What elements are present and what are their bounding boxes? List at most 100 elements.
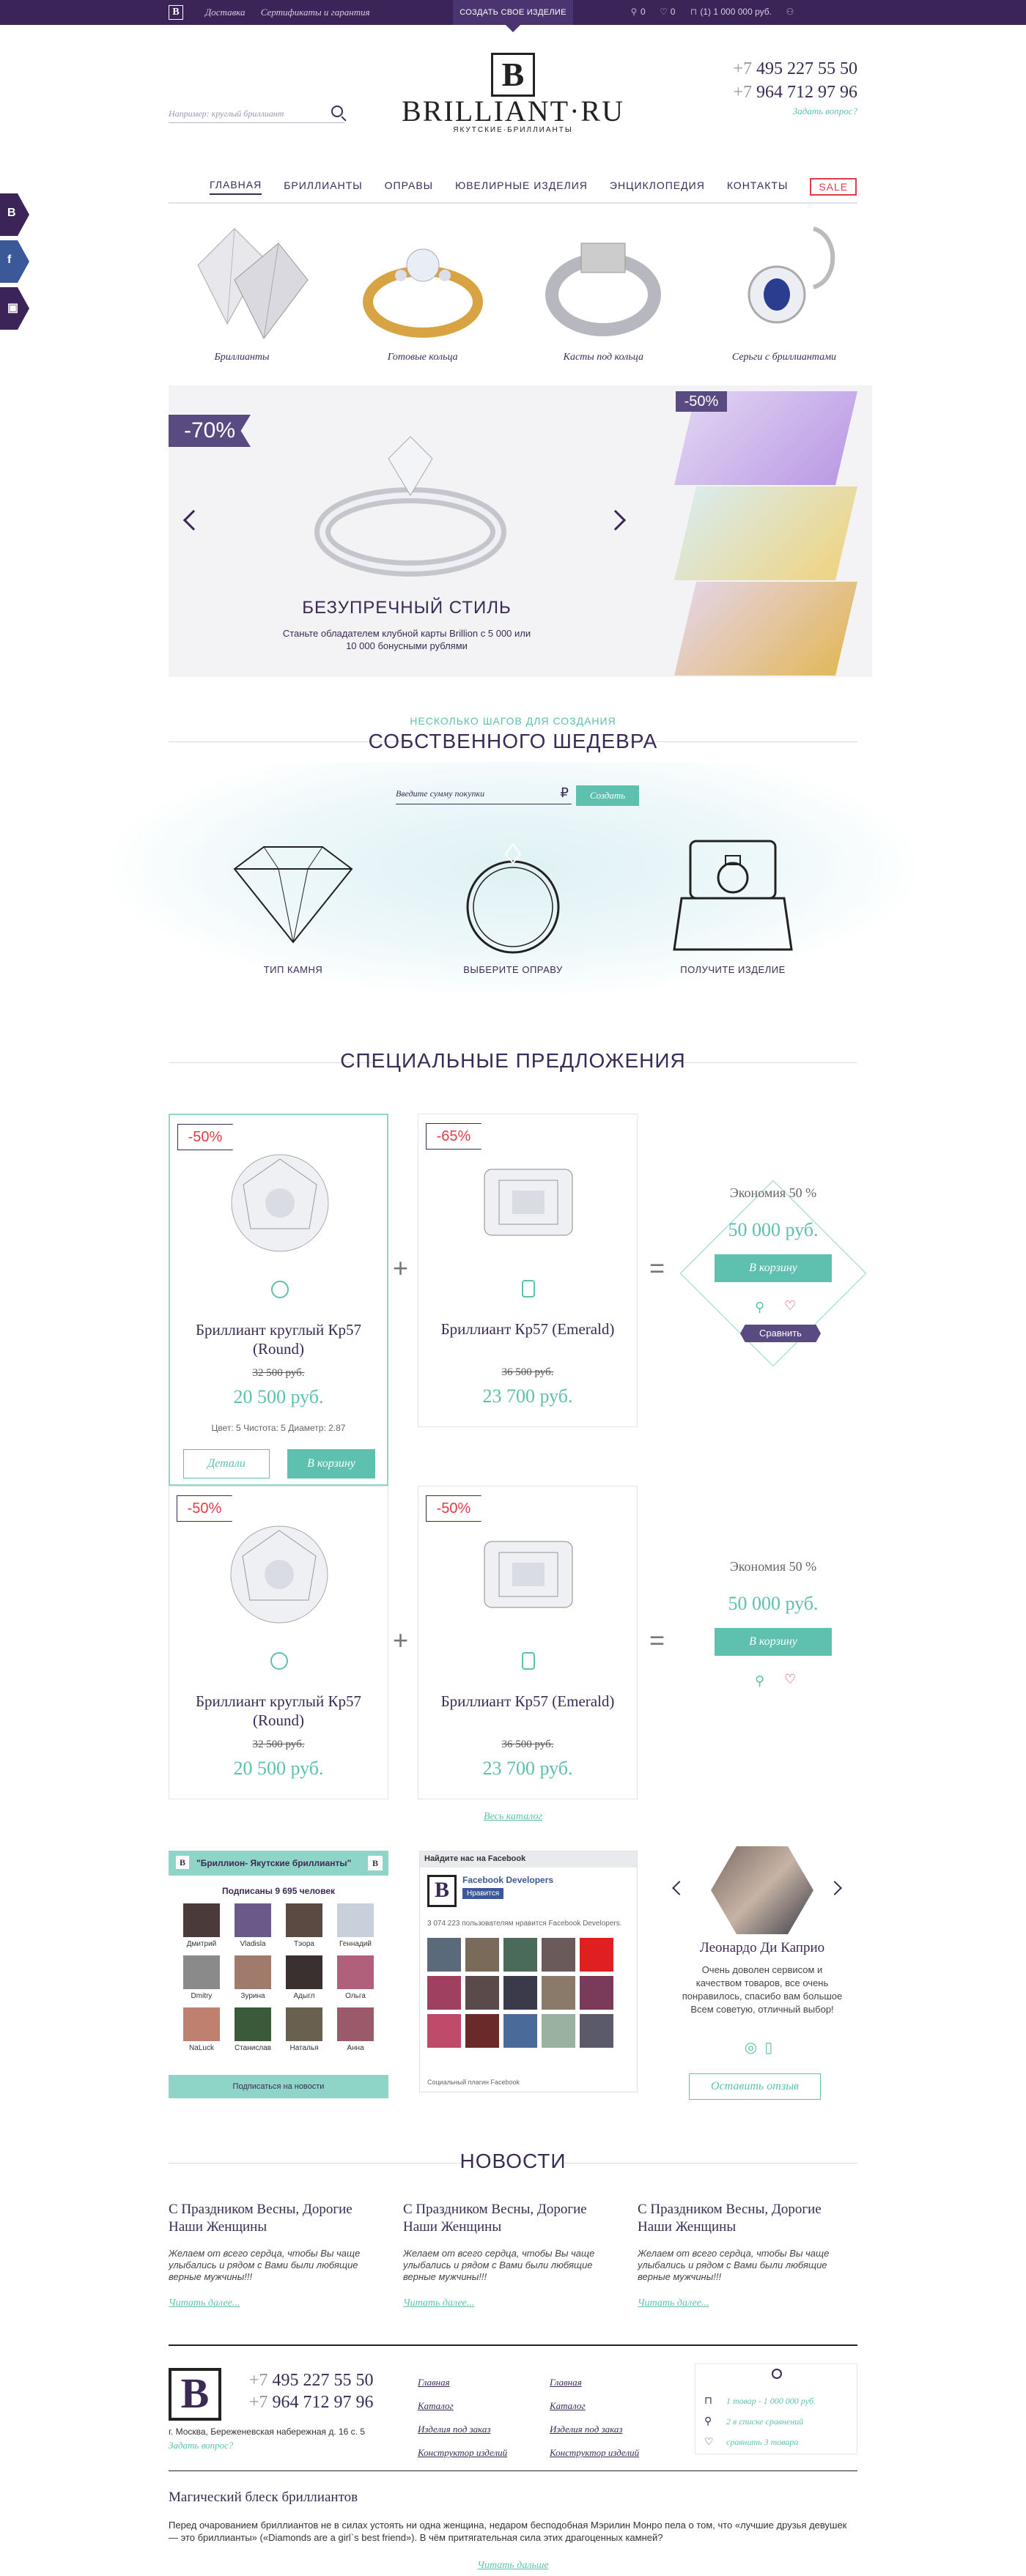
bundle-cart-button[interactable]: В корзину: [715, 1254, 832, 1282]
footer-link[interactable]: Главная: [418, 2371, 507, 2394]
compare-icon[interactable]: ⚲ 0: [627, 7, 646, 17]
product-name[interactable]: Бриллиант Кр57 (Emerald): [418, 1692, 637, 1711]
footer-phone-1[interactable]: +7 495 227 55 50: [249, 2369, 374, 2391]
phone-2[interactable]: +7 964 712 97 96: [704, 81, 857, 104]
fan-avatar[interactable]: [465, 2014, 499, 2048]
news-item-title[interactable]: С Праздником Весны, Дорогие Наши Женщины: [403, 2201, 610, 2236]
fb-page-name[interactable]: Facebook Developers: [462, 1875, 630, 1885]
footer-link[interactable]: Каталог: [550, 2394, 639, 2418]
footer-favorites-line[interactable]: ♡ сравнить 3 товара: [704, 2436, 798, 2449]
vk-user[interactable]: NaLuck: [179, 2007, 224, 2052]
footer-logo[interactable]: B: [169, 2368, 221, 2421]
read-more-link[interactable]: Читать дальше: [169, 2560, 857, 2572]
fan-avatar[interactable]: [503, 1976, 537, 2010]
fan-avatar[interactable]: [580, 1976, 613, 2010]
footer-compare-line[interactable]: ⚲ 2 в списке сравнений: [704, 2416, 803, 2428]
product-card[interactable]: -50% Бриллиант круглый Кр57 (Round) 32 5…: [169, 1486, 388, 1799]
news-item-title[interactable]: С Праздником Весны, Дорогие Наши Женщины: [638, 2201, 844, 2236]
category-castings[interactable]: Касты под кольца: [530, 214, 676, 363]
purchase-sum-input[interactable]: Введите сумму покупки ₽: [396, 785, 572, 804]
product-card[interactable]: -50% Бриллиант Кр57 (Emerald) 36 500 руб…: [418, 1486, 638, 1799]
nav-diamonds[interactable]: БРИЛЛИАНТЫ: [284, 179, 362, 194]
product-name[interactable]: Бриллиант Кр57 (Emerald): [418, 1320, 637, 1339]
fan-avatar[interactable]: [503, 1938, 537, 1972]
user-icon[interactable]: [772, 2369, 782, 2379]
vk-user[interactable]: Станислав: [230, 2007, 276, 2052]
instagram-icon[interactable]: ▣: [0, 287, 29, 330]
facebook-icon[interactable]: f: [0, 240, 29, 283]
nav-encyclopedia[interactable]: ЭНЦИКЛОПЕДИЯ: [610, 179, 705, 194]
compare-icon[interactable]: ⚲: [755, 1300, 764, 1315]
top-logo[interactable]: B: [169, 5, 183, 20]
read-more-link[interactable]: Читать далее...: [638, 2298, 844, 2309]
review-prev-arrow[interactable]: [672, 1881, 687, 1895]
vk-user[interactable]: Зурина: [230, 1955, 276, 2000]
product-name[interactable]: Бриллиант круглый Кр57 (Round): [170, 1320, 387, 1358]
vk-user[interactable]: Ольга: [333, 1955, 378, 2000]
favorite-icon[interactable]: ♡: [784, 1298, 796, 1314]
ask-question-link[interactable]: Задать вопрос?: [704, 104, 857, 119]
category-rings[interactable]: Готовые кольца: [350, 214, 496, 363]
leave-review-button[interactable]: Оставить отзыв: [689, 2073, 821, 2100]
category-diamonds[interactable]: Бриллианты: [169, 214, 315, 363]
step-stone-type[interactable]: ТИП КАМНЯ: [220, 840, 366, 975]
fan-avatar[interactable]: [542, 2014, 575, 2048]
footer-link[interactable]: Изделия под заказ: [550, 2418, 639, 2441]
vk-user[interactable]: Наталья: [281, 2007, 327, 2052]
review-next-arrow[interactable]: [827, 1881, 842, 1895]
fan-avatar[interactable]: [542, 1976, 575, 2010]
footer-cart-line[interactable]: ⊓ 1 товар - 1 000 000 руб.: [704, 2395, 816, 2407]
nav-settings[interactable]: ОПРАВЫ: [385, 179, 433, 194]
fan-avatar[interactable]: [465, 1938, 499, 1972]
nav-jewelry[interactable]: ЮВЕЛИРНЫЕ ИЗДЕЛИЯ: [455, 179, 588, 194]
footer-link[interactable]: Каталог: [418, 2394, 507, 2418]
category-earrings[interactable]: Серьги с бриллиантами: [711, 214, 857, 363]
news-item-title[interactable]: С Праздником Весны, Дорогие Наши Женщины: [169, 2201, 375, 2236]
footer-link[interactable]: Конструктор изделий: [418, 2441, 507, 2465]
banner-prev-arrow[interactable]: [182, 509, 204, 531]
product-card[interactable]: -65% Бриллиант Кр57 (Emerald) 36 500 руб…: [418, 1114, 638, 1427]
vk-user[interactable]: Dmitry: [179, 1955, 224, 2000]
footer-link[interactable]: Конструктор изделий: [550, 2441, 639, 2465]
fan-avatar[interactable]: [580, 2014, 613, 2048]
user-icon[interactable]: ⚇: [783, 7, 797, 17]
search-input[interactable]: Например: круглый бриллиант: [169, 104, 344, 123]
favorites-icon[interactable]: ♡ 0: [657, 7, 675, 17]
details-button[interactable]: Детали: [183, 1449, 270, 1478]
search-icon[interactable]: [331, 106, 343, 117]
create-product-button[interactable]: СОЗДАТЬ СВОЕ ИЗДЕЛИЕ: [453, 0, 573, 32]
vk-user[interactable]: Тэора: [281, 1903, 327, 1948]
read-more-link[interactable]: Читать далее...: [169, 2298, 375, 2309]
fan-avatar[interactable]: [542, 1938, 575, 1972]
read-more-link[interactable]: Читать далее...: [403, 2298, 610, 2309]
nav-home[interactable]: ГЛАВНАЯ: [210, 179, 262, 195]
add-to-cart-button[interactable]: В корзину: [287, 1449, 375, 1478]
vk-user[interactable]: Адыгл: [281, 1955, 327, 2000]
compare-icon[interactable]: ⚲: [755, 1673, 764, 1689]
step-get-product[interactable]: ПОЛУЧИТЕ ИЗДЕЛИЕ: [660, 840, 806, 975]
nav-sale[interactable]: SALE: [810, 178, 857, 196]
step-choose-setting[interactable]: ВЫБЕРИТЕ ОПРАВУ: [440, 840, 586, 975]
phone-1[interactable]: +7 495 227 55 50: [704, 57, 857, 81]
tile-gold-rings[interactable]: [674, 486, 857, 580]
certificates-link[interactable]: Сертификаты и гарантия: [261, 7, 370, 18]
subscribe-button[interactable]: Подписаться на новости: [169, 2075, 388, 2098]
vk-user[interactable]: Дмитрий: [179, 1903, 224, 1948]
vk-user[interactable]: Vladisla: [230, 1903, 276, 1948]
bundle-cart-button[interactable]: В корзину: [715, 1628, 832, 1656]
fb-page-logo[interactable]: B: [427, 1875, 457, 1907]
brand-logo[interactable]: B BRILLIANT·RU ЯКУТСКИЕ·БРИЛЛИАНТЫ: [388, 53, 638, 134]
footer-ask-link[interactable]: Задать вопрос?: [169, 2440, 233, 2451]
vk-user[interactable]: Геннадий: [333, 1903, 378, 1948]
fan-avatar[interactable]: [465, 1976, 499, 2010]
footer-phone-2[interactable]: +7 964 712 97 96: [249, 2391, 374, 2413]
fan-avatar[interactable]: [503, 2014, 537, 2048]
cart-icon[interactable]: ⊓ (1) 1 000 000 руб.: [687, 7, 772, 17]
banner-next-arrow[interactable]: [605, 509, 627, 531]
fan-avatar[interactable]: [427, 2014, 461, 2048]
vk-icon[interactable]: B: [0, 193, 29, 236]
footer-link[interactable]: Главная: [550, 2371, 639, 2394]
vk-widget-title[interactable]: "Бриллион- Якутские бриллианты": [169, 1851, 388, 1876]
fan-avatar[interactable]: [427, 1976, 461, 2010]
fan-avatar[interactable]: [580, 1938, 613, 1972]
